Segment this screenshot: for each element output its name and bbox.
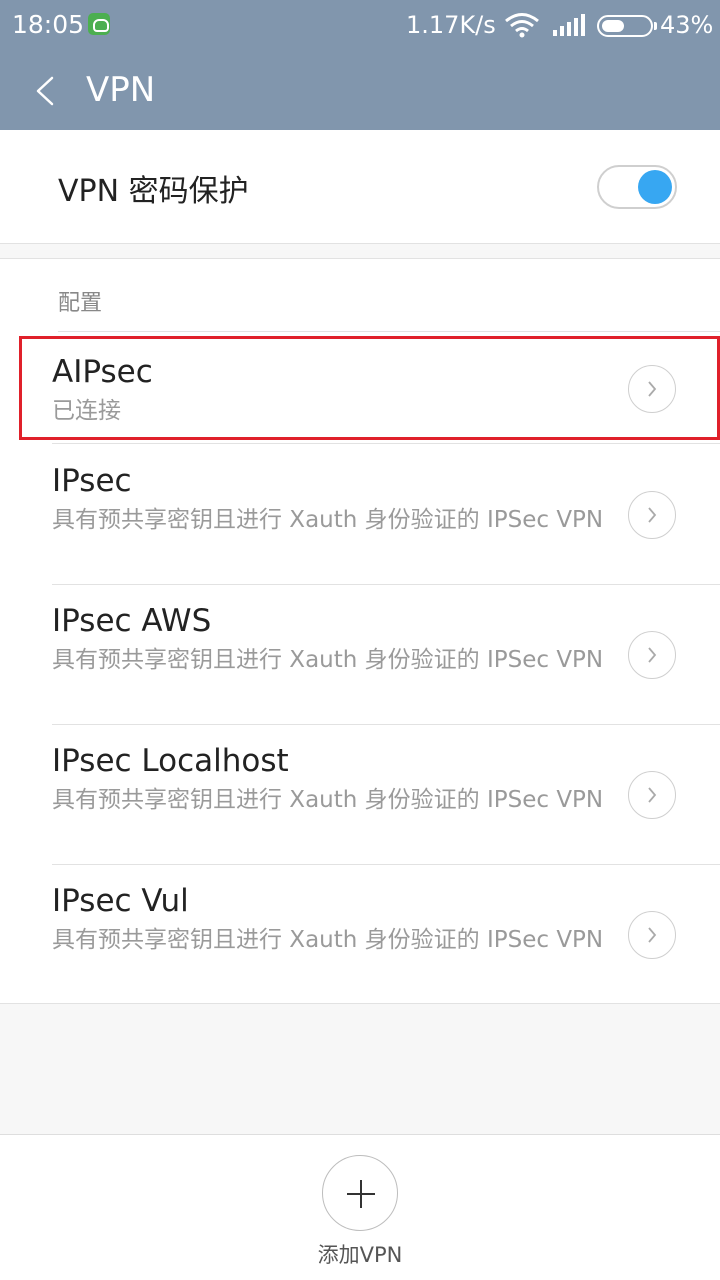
battery-icon [597, 15, 657, 37]
vpn-item-name: AIPsec [52, 354, 153, 390]
vpn-item-name: IPsec Vul [52, 883, 189, 919]
app-notification-icon [88, 13, 110, 35]
vpn-item-name: IPsec AWS [52, 603, 212, 639]
vpn-item-name: IPsec [52, 463, 132, 499]
chevron-right-icon[interactable] [628, 771, 676, 819]
add-vpn-button[interactable] [322, 1155, 398, 1231]
vpn-item-description: 具有预共享密钥且进行 Xauth 身份验证的 IPSec VPN [52, 647, 604, 673]
divider [58, 331, 720, 332]
vpn-password-protection-row[interactable]: VPN 密码保护 [0, 130, 720, 244]
status-time: 18:05 [12, 10, 85, 39]
vpn-item-ipsec[interactable]: IPsec 具有预共享密钥且进行 Xauth 身份验证的 IPSec VPN [0, 445, 720, 585]
status-bar: 18:05 1.17K/s 43% [0, 0, 720, 52]
battery-percent: 43% [660, 11, 714, 39]
vpn-item-name: IPsec Localhost [52, 743, 289, 779]
switch-knob [638, 170, 672, 204]
network-speed: 1.17K/s [406, 11, 496, 39]
chevron-right-icon[interactable] [628, 365, 676, 413]
back-arrow-icon[interactable] [28, 72, 64, 110]
signal-icon [553, 14, 585, 36]
section-header-config: 配置 [58, 291, 103, 316]
vpn-item-ipsec-vul[interactable]: IPsec Vul 具有预共享密钥且进行 Xauth 身份验证的 IPSec V… [0, 865, 720, 1005]
vpn-item-description: 具有预共享密钥且进行 Xauth 身份验证的 IPSec VPN [52, 927, 604, 953]
page-title: VPN [86, 70, 156, 110]
bottom-bar: 添加VPN [0, 1134, 720, 1280]
chevron-right-icon[interactable] [628, 631, 676, 679]
vpn-item-description: 具有预共享密钥且进行 Xauth 身份验证的 IPSec VPN [52, 507, 604, 533]
config-list: 配置 AIPsec 已连接 IPsec 具有预共享密钥且进行 Xauth 身份验… [0, 258, 720, 1004]
app-bar: VPN [0, 52, 720, 130]
vpn-item-status: 已连接 [52, 398, 121, 424]
chevron-right-icon[interactable] [628, 491, 676, 539]
vpn-password-protection-switch[interactable] [597, 165, 677, 209]
add-vpn-label[interactable]: 添加VPN [0, 1239, 720, 1269]
vpn-item-description: 具有预共享密钥且进行 Xauth 身份验证的 IPSec VPN [52, 787, 604, 813]
vpn-item-aipsec[interactable]: AIPsec 已连接 [0, 336, 720, 444]
divider [52, 443, 720, 444]
chevron-right-icon[interactable] [628, 911, 676, 959]
vpn-item-ipsec-aws[interactable]: IPsec AWS 具有预共享密钥且进行 Xauth 身份验证的 IPSec V… [0, 585, 720, 725]
wifi-icon [505, 13, 539, 38]
vpn-password-protection-label: VPN 密码保护 [58, 174, 249, 209]
vpn-item-ipsec-localhost[interactable]: IPsec Localhost 具有预共享密钥且进行 Xauth 身份验证的 I… [0, 725, 720, 865]
